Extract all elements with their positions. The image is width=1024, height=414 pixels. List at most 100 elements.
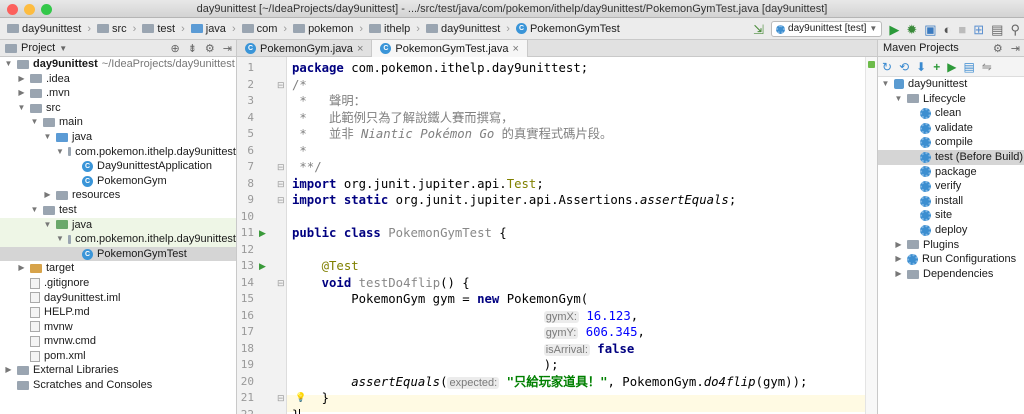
maven-tree-item[interactable]: ▶ Plugins	[878, 238, 1024, 253]
run-icon[interactable]: ▶	[889, 23, 899, 36]
fold-marker-icon[interactable]: ⊟	[277, 278, 285, 289]
expand-arrow-icon[interactable]: ▶	[17, 72, 26, 87]
close-window-button[interactable]	[7, 4, 18, 15]
project-tree-item[interactable]: ▼ java	[0, 217, 236, 233]
project-tree-item[interactable]: ▼ main	[0, 115, 236, 130]
editor-tab[interactable]: C PokemonGymTest.java ×	[372, 40, 528, 57]
expand-arrow-icon[interactable]: ▼	[30, 203, 39, 218]
breadcrumb-item[interactable]: day9unittest ›	[423, 23, 513, 35]
maven-tree-item[interactable]: ▶ Dependencies	[878, 267, 1024, 282]
maven-tree-item[interactable]: verify	[878, 179, 1024, 194]
coverage-icon[interactable]: ▣	[924, 23, 936, 36]
expand-arrow-icon[interactable]: ▼	[43, 130, 52, 145]
locate-icon[interactable]: ⊕	[170, 42, 179, 55]
hide-panel-icon[interactable]: ⇥	[1011, 42, 1020, 55]
expand-arrow-icon[interactable]: ▶	[17, 261, 26, 276]
expand-arrow-icon[interactable]: ▶	[43, 188, 52, 203]
expand-arrow-icon[interactable]: ▼	[43, 218, 52, 233]
execute-goal-icon[interactable]: ▤	[963, 60, 974, 74]
stop-icon[interactable]: ■	[958, 23, 966, 36]
run-class-icon[interactable]: ▶	[259, 228, 267, 239]
maven-tree-item[interactable]: deploy	[878, 223, 1024, 238]
project-tree-item[interactable]: Scratches and Consoles	[0, 378, 236, 393]
breadcrumb-item[interactable]: test ›	[139, 23, 187, 35]
project-tree-item[interactable]: ▶ resources	[0, 188, 236, 203]
project-structure-icon[interactable]: ▤	[991, 23, 1003, 36]
project-tree-item[interactable]: C Day9unittestApplication	[0, 159, 236, 174]
search-icon[interactable]: ⚲	[1010, 23, 1020, 36]
fold-marker-icon[interactable]: ⊟	[277, 80, 285, 91]
expand-arrow-icon[interactable]: ▼	[4, 57, 13, 72]
project-tree-item[interactable]: ▼ com.pokemon.ithelp.day9unittest	[0, 232, 236, 247]
editor-tab[interactable]: C PokemonGym.java ×	[237, 40, 373, 57]
project-tree-item[interactable]: ▼ test	[0, 203, 236, 218]
breadcrumb-item[interactable]: pokemon ›	[290, 23, 366, 35]
maven-tree-item[interactable]: validate	[878, 121, 1024, 136]
breadcrumb-item[interactable]: com ›	[239, 23, 290, 35]
maven-tree-item[interactable]: ▶ Run Configurations	[878, 252, 1024, 267]
debug-icon[interactable]: ✹	[906, 23, 917, 36]
download-icon[interactable]: ⬇	[916, 60, 926, 74]
run-test-icon[interactable]: ▶	[259, 261, 267, 272]
project-tree-item[interactable]: C PokemonGym	[0, 174, 236, 189]
gear-icon[interactable]: ⚙	[993, 42, 1003, 55]
run-configuration-select[interactable]: day9unittest [test] ▼	[771, 21, 883, 37]
project-tree-item[interactable]: .gitignore	[0, 276, 236, 291]
project-tree-item[interactable]: ▶ .mvn	[0, 86, 236, 101]
expand-arrow-icon[interactable]: ▼	[894, 92, 903, 107]
breadcrumb-item[interactable]: ithelp ›	[366, 23, 423, 35]
toggle-offline-icon[interactable]: ⇋	[982, 60, 992, 74]
hide-panel-icon[interactable]: ⇥	[223, 42, 232, 55]
expand-arrow-icon[interactable]: ▼	[881, 77, 890, 92]
expand-arrow-icon[interactable]: ▶	[4, 363, 13, 378]
project-tree-item[interactable]: pom.xml	[0, 349, 236, 364]
maven-tree-item[interactable]: site	[878, 208, 1024, 223]
breadcrumb-item[interactable]: java ›	[188, 23, 239, 35]
expand-arrow-icon[interactable]: ▶	[894, 238, 903, 253]
project-tree-item[interactable]: mvnw.cmd	[0, 334, 236, 349]
generate-sources-icon[interactable]: ⟲	[899, 60, 909, 74]
fold-marker-icon[interactable]: ⊟	[277, 393, 285, 404]
maven-tree-item[interactable]: package	[878, 165, 1024, 180]
expand-arrow-icon[interactable]: ▼	[56, 232, 64, 247]
intention-bulb-icon[interactable]: 💡	[295, 392, 306, 403]
breadcrumb-item[interactable]: day9unittest ›	[4, 23, 94, 35]
project-tree-item[interactable]: ▶ External Libraries	[0, 363, 236, 378]
expand-arrow-icon[interactable]: ▶	[17, 86, 26, 101]
maven-tree-item[interactable]: clean	[878, 106, 1024, 121]
zoom-window-button[interactable]	[41, 4, 52, 15]
project-tree-item[interactable]: ▶ target	[0, 261, 236, 276]
minimize-window-button[interactable]	[24, 4, 35, 15]
project-tree-item[interactable]: C PokemonGymTest	[0, 246, 236, 262]
maven-tree-item[interactable]: test (Before Build)	[878, 149, 1024, 165]
expand-arrow-icon[interactable]: ▼	[56, 145, 64, 160]
expand-arrow-icon[interactable]: ▼	[30, 115, 39, 130]
expand-arrow-icon[interactable]: ▶	[894, 252, 903, 267]
maven-tree-item[interactable]: ▼ day9unittest	[878, 77, 1024, 92]
maven-tree-item[interactable]: ▼ Lifecycle	[878, 92, 1024, 107]
expand-arrow-icon[interactable]: ▶	[894, 267, 903, 282]
project-tree-item[interactable]: mvnw	[0, 320, 236, 335]
project-panel-title[interactable]: Project	[21, 42, 55, 54]
close-tab-icon[interactable]: ×	[512, 43, 518, 55]
vcs-update-icon[interactable]: ⊞	[973, 23, 984, 36]
expand-arrow-icon[interactable]: ▼	[17, 101, 26, 116]
profile-icon[interactable]: ◐	[944, 23, 952, 36]
code-editor[interactable]: 1 2 3 4 5 6 7 8 9 10 11 12 13 14 15 16 17 18 19 20 21 22 ⊟ ⊟ ⊟ ⊟ ⊟…	[237, 57, 877, 414]
breadcrumb-item[interactable]: C PokemonGymTest	[513, 23, 623, 35]
fold-marker-icon[interactable]: ⊟	[277, 179, 285, 190]
project-tree-item[interactable]: day9unittest.iml	[0, 291, 236, 306]
fold-marker-icon[interactable]: ⊟	[277, 195, 285, 206]
maven-tree-item[interactable]: install	[878, 194, 1024, 209]
project-tree-item[interactable]: ▼ day9unittest ~/IdeaProjects/day9unittest	[0, 57, 236, 72]
project-tree-item[interactable]: ▶ .idea	[0, 72, 236, 87]
build-icon[interactable]: ⇲	[753, 23, 764, 36]
maven-tree-item[interactable]: compile	[878, 135, 1024, 150]
gear-icon[interactable]: ⚙	[205, 42, 215, 55]
fold-marker-icon[interactable]: ⊟	[277, 162, 285, 173]
close-tab-icon[interactable]: ×	[357, 43, 363, 55]
add-icon[interactable]: +	[933, 60, 940, 74]
run-icon[interactable]: ▶	[947, 60, 956, 74]
collapse-icon[interactable]: ⇟	[188, 42, 197, 55]
project-tree-item[interactable]: ▼ com.pokemon.ithelp.day9unittest	[0, 145, 236, 160]
